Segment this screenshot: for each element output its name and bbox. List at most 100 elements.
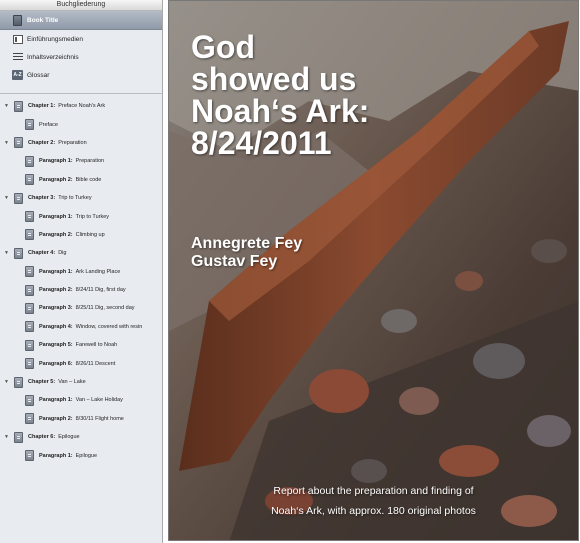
cover-subtitle-line: Noah‘s Ark, with approx. 180 original ph… [271, 505, 476, 517]
paragraph-row[interactable]: Paragraph 2: Bible code [0, 171, 162, 189]
page-icon [14, 192, 23, 204]
chapter-row[interactable]: ▼ Chapter 1: Preface Noah's Ark [0, 97, 162, 115]
row-number: Paragraph 1: [39, 397, 73, 404]
row-number: Paragraph 2: [39, 287, 73, 294]
disclosure-triangle-icon[interactable]: ▼ [4, 195, 11, 201]
page-icon [25, 321, 34, 333]
row-label: 8/24/11 Dig, first day [75, 287, 126, 294]
page-icon [25, 119, 34, 131]
cover-title: God showed us Noah‘s Ark: 8/24/2011 [191, 29, 370, 161]
author-name: Annegrete Fey [191, 235, 303, 252]
row-number: Chapter 3: [28, 195, 56, 202]
page-icon [25, 394, 34, 406]
page-icon [25, 284, 34, 296]
paragraph-row[interactable]: Paragraph 1: Preparation [0, 152, 162, 170]
row-label: Bible code [75, 176, 102, 183]
row-label: Van – Lake [58, 379, 86, 386]
chapter-row[interactable]: ▼ Chapter 6: Epilogue [0, 428, 162, 446]
sidebar-item-book-title[interactable]: Book Title [0, 11, 162, 30]
page-icon [25, 174, 34, 186]
paragraph-row[interactable]: Paragraph 1: Ark Landing Place [0, 263, 162, 281]
page-icon [25, 339, 34, 351]
row-number: Paragraph 1: [39, 213, 73, 220]
paragraph-row[interactable]: Paragraph 3: 8/25/11 Dig, second day [0, 299, 162, 317]
row-label: Epilogue [75, 452, 98, 459]
row-number: Paragraph 1: [39, 452, 73, 459]
disclosure-triangle-icon[interactable]: ▼ [4, 140, 11, 146]
paragraph-row[interactable]: Paragraph 2: 8/24/11 Dig, first day [0, 281, 162, 299]
page-icon [25, 413, 34, 425]
chapter-tree: ▼ Chapter 1: Preface Noah's Ark Preface ▼ Cha… [0, 97, 162, 465]
sidebar-item-label: Einführungsmedien [27, 35, 84, 43]
row-number: Paragraph 2: [39, 415, 73, 422]
row-label: 8/25/11 Dig, second day [75, 305, 135, 312]
disclosure-triangle-icon[interactable]: ▼ [4, 379, 11, 385]
paragraph-row[interactable]: Paragraph 2: Climbing up [0, 226, 162, 244]
row-number: Chapter 6: [28, 434, 56, 441]
chapter-row[interactable]: ▼ Chapter 4: Dig [0, 244, 162, 262]
sidebar-item-label: Glossar [27, 71, 50, 79]
page-icon [25, 302, 34, 314]
sidebar-item-intro-media[interactable]: Einführungsmedien [0, 30, 162, 48]
cover-authors: Annegrete Fey Gustav Fey [191, 235, 302, 271]
page-icon [25, 229, 34, 241]
row-number: Chapter 2: [28, 139, 56, 146]
chapter-row[interactable]: ▼ Chapter 5: Van – Lake [0, 373, 162, 391]
row-number: Chapter 5: [28, 379, 56, 386]
row-number: Paragraph 1: [39, 158, 73, 165]
media-icon [12, 34, 23, 45]
chapter-row[interactable]: ▼ Chapter 2: Preparation [0, 134, 162, 152]
row-number: Paragraph 2: [39, 231, 73, 238]
page-icon [25, 211, 34, 223]
sidebar-header: Buchgliederung [0, 0, 162, 11]
paragraph-row[interactable]: Paragraph 2: 8/30/11 Flight home [0, 410, 162, 428]
disclosure-triangle-icon[interactable]: ▼ [4, 250, 11, 256]
paragraph-row[interactable]: Paragraph 1: Van – Lake Holiday [0, 391, 162, 409]
page-icon [14, 376, 23, 388]
book-icon [12, 14, 23, 26]
disclosure-triangle-icon[interactable]: ▼ [4, 434, 11, 440]
row-number: Paragraph 2: [39, 176, 73, 183]
sidebar-item-glossary[interactable]: A-Z Glossar [0, 66, 162, 84]
author-name: Gustav Fey [191, 253, 278, 270]
row-label: Epilogue [58, 434, 80, 441]
row-number: Chapter 1: [28, 103, 56, 110]
paragraph-row[interactable]: Preface [0, 115, 162, 133]
paragraph-row[interactable]: Paragraph 5: Farewell to Noah [0, 336, 162, 354]
list-icon [12, 52, 23, 63]
row-label: Dig [58, 250, 67, 257]
row-label: Ark Landing Place [75, 268, 121, 275]
paragraph-row[interactable]: Paragraph 1: Trip to Turkey [0, 207, 162, 225]
row-label: Farewell to Noah [75, 342, 118, 349]
paragraph-row[interactable]: Paragraph 1: Epilogue [0, 446, 162, 464]
row-label: Window, covered with resin [75, 323, 143, 330]
cover-subtitle: Report about the preparation and finding… [169, 481, 578, 521]
disclosure-triangle-icon[interactable]: ▼ [4, 103, 11, 109]
row-label: Preface [39, 121, 58, 128]
page-icon [14, 100, 23, 112]
page-icon [14, 247, 23, 259]
page-icon [25, 266, 34, 278]
cover-subtitle-line: Report about the preparation and finding… [273, 485, 474, 497]
row-number: Paragraph 5: [39, 342, 73, 349]
row-number: Paragraph 4: [39, 323, 73, 330]
sidebar-item-label: Inhaltsverzeichnis [27, 53, 79, 61]
row-number: Chapter 4: [28, 250, 56, 257]
row-number: Paragraph 3: [39, 305, 73, 312]
row-label: Preparation [75, 158, 105, 165]
paragraph-row[interactable]: Paragraph 6: 8/26/11 Descent [0, 354, 162, 372]
az-icon: A-Z [12, 70, 23, 80]
chapter-row[interactable]: ▼ Chapter 3: Trip to Turkey [0, 189, 162, 207]
book-cover[interactable]: God showed us Noah‘s Ark: 8/24/2011 Anne… [168, 0, 579, 541]
row-label: 8/30/11 Flight home [75, 415, 124, 422]
page-icon [14, 431, 23, 443]
page-icon [25, 358, 34, 370]
row-number: Paragraph 1: [39, 268, 73, 275]
row-label: Climbing up [75, 231, 105, 238]
paragraph-row[interactable]: Paragraph 4: Window, covered with resin [0, 318, 162, 336]
row-label: Trip to Turkey [75, 213, 110, 220]
row-label: 8/26/11 Descent [75, 360, 116, 367]
page-icon [25, 450, 34, 462]
row-label: Van – Lake Holiday [75, 397, 123, 404]
sidebar-item-toc[interactable]: Inhaltsverzeichnis [0, 48, 162, 66]
